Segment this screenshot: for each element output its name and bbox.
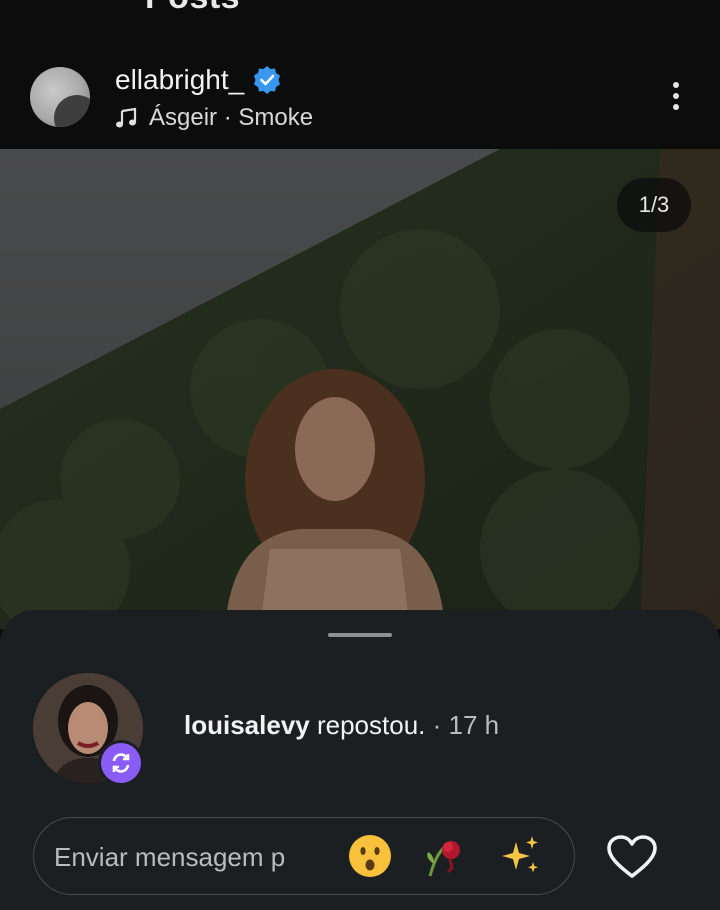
music-note-icon [116,107,137,128]
repost-username[interactable]: louisalevy [184,710,310,740]
repost-separator: · [425,710,449,740]
heart-icon[interactable] [606,834,658,880]
post-photo[interactable] [0,149,720,629]
username-row: ellabright_ [115,64,282,96]
sparkles-emoji-icon[interactable] [496,832,544,880]
repost-info: louisalevy repostou. · 17 h [184,710,499,741]
message-box [33,817,575,895]
verified-badge-icon [254,66,281,94]
post-username[interactable]: ellabright_ [115,64,244,96]
avatar[interactable] [30,67,90,127]
sheet-drag-handle[interactable] [328,633,392,637]
repost-action: repostou. [316,710,426,740]
song-label: Ásgeir · Smoke [149,104,314,131]
song-row[interactable]: Ásgeir · Smoke [115,104,313,132]
message-input[interactable] [52,836,316,878]
post-header: ellabright_ Ásgeir · Smoke [0,56,720,146]
repost-badge [98,740,144,786]
repost-time: 17 h [448,710,500,740]
photo-image [0,149,720,629]
surprised-face-emoji-icon[interactable] [346,832,394,880]
wilted-flower-emoji-icon[interactable] [420,832,468,880]
repost-sheet: louisalevy repostou. · 17 h [0,610,720,910]
repost-icon [112,753,130,773]
photo-counter-badge: 1/3 [617,178,691,232]
top-bar: Posts [0,0,720,40]
page-title: Posts [145,0,240,17]
more-options-icon[interactable] [664,78,688,118]
